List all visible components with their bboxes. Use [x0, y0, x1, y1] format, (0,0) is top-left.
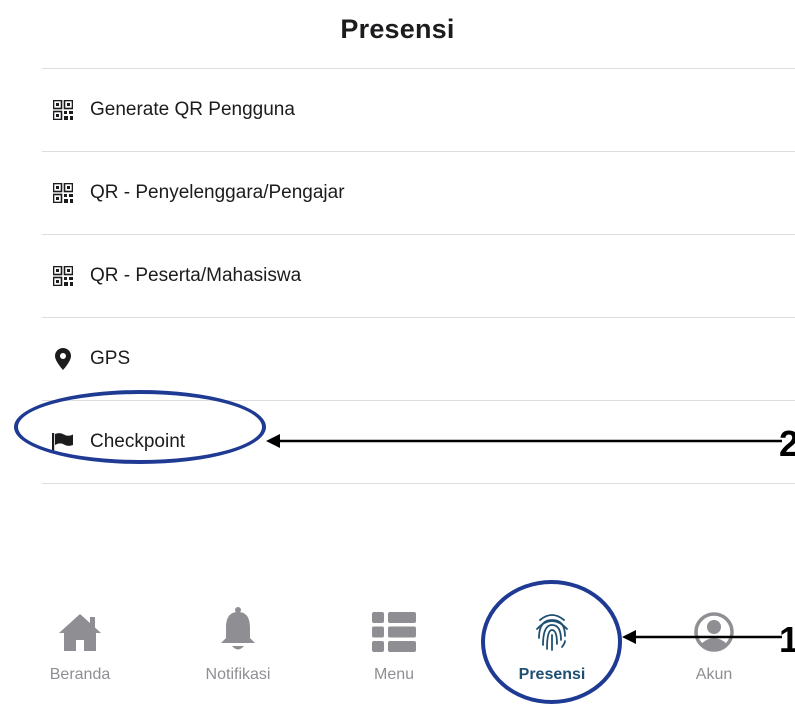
bell-icon	[168, 604, 308, 652]
tab-label: Beranda	[49, 666, 111, 683]
menu-item-qr-peserta[interactable]: QR - Peserta/Mahasiswa	[42, 234, 795, 317]
tab-notifikasi[interactable]: Notifikasi	[168, 604, 308, 684]
page-title: Presensi	[340, 14, 455, 44]
annotation-arrow-checkpoint	[266, 434, 782, 448]
menu-item-generate-qr[interactable]: Generate QR Pengguna	[42, 68, 795, 151]
annotation-ellipse-presensi	[481, 580, 622, 704]
annotation-arrow-presensi	[622, 630, 782, 644]
qr-code-icon	[52, 99, 74, 121]
location-pin-icon	[52, 348, 74, 370]
menu-item-label: QR - Penyelenggara/Pengajar	[90, 182, 345, 203]
tab-beranda[interactable]: Beranda	[10, 604, 150, 684]
menu-item-qr-penyelenggara[interactable]: QR - Penyelenggara/Pengajar	[42, 151, 795, 234]
qr-code-icon	[52, 265, 74, 287]
annotation-number-1: 1	[779, 619, 795, 660]
tab-label: Menu	[373, 666, 415, 683]
menu-item-gps[interactable]: GPS	[42, 317, 795, 400]
annotation-ellipse-checkpoint	[14, 390, 266, 464]
tab-menu[interactable]: Menu	[324, 604, 464, 684]
home-icon	[10, 604, 150, 652]
bottom-tab-bar: Beranda Notifikasi Menu Presensi Akun	[0, 600, 795, 704]
tab-label: Akun	[695, 666, 733, 683]
menu-item-label: Generate QR Pengguna	[90, 99, 295, 120]
tab-label: Notifikasi	[205, 666, 271, 683]
annotation-number-2: 2	[779, 423, 795, 464]
menu-list-icon	[324, 604, 464, 652]
qr-code-icon	[52, 182, 74, 204]
menu-item-label: GPS	[90, 348, 131, 369]
menu-item-label: QR - Peserta/Mahasiswa	[90, 265, 302, 286]
